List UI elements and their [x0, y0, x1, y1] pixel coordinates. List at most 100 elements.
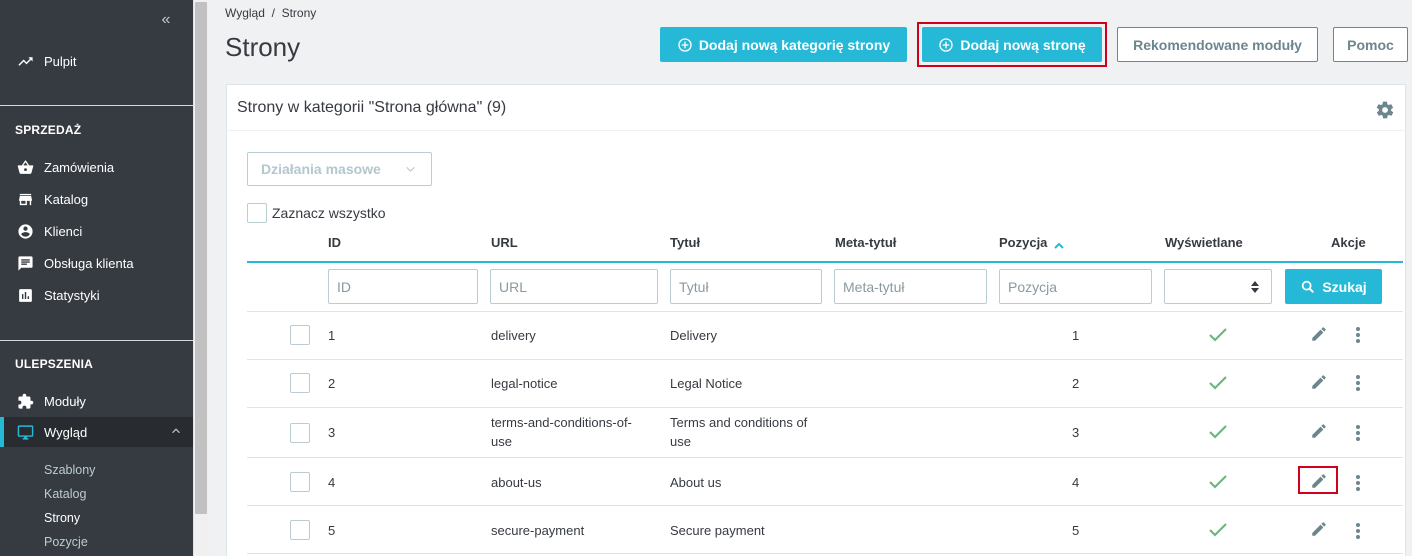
more-vertical-icon[interactable]: [1355, 326, 1361, 344]
more-vertical-icon[interactable]: [1355, 522, 1361, 540]
cell-id: 1: [328, 328, 336, 343]
add-page-category-label: Dodaj nową kategorię strony: [698, 36, 891, 53]
nav-customers-label: Klienci: [44, 223, 83, 239]
column-header-position[interactable]: Pozycja: [999, 235, 1065, 250]
nav-orders[interactable]: Zamówienia: [0, 152, 193, 182]
chevron-up-icon: [169, 424, 183, 438]
bulk-actions-dropdown[interactable]: Działania masowe: [247, 152, 432, 186]
nav-customer-service[interactable]: Obsługa klienta: [0, 248, 193, 278]
column-header-displayed[interactable]: Wyświetlane: [1165, 235, 1243, 250]
section-improve-title: ULEPSZENIA: [15, 357, 94, 371]
basket-icon: [16, 158, 34, 176]
more-vertical-icon[interactable]: [1355, 474, 1361, 492]
sub-nav-themes[interactable]: Szablony: [44, 463, 95, 477]
sidebar: « Pulpit SPRZEDAŻ Zamówienia Katalog Kli…: [0, 0, 193, 556]
row-checkbox[interactable]: [290, 325, 310, 345]
nav-design-label: Wygląd: [44, 424, 88, 440]
cell-id: 4: [328, 475, 336, 490]
row-divider: [247, 505, 1403, 506]
breadcrumb[interactable]: Wygląd / Strony: [225, 6, 316, 20]
nav-catalog-label: Katalog: [44, 191, 89, 207]
cell-position[interactable]: 1: [1072, 326, 1079, 345]
row-checkbox[interactable]: [290, 373, 310, 393]
column-header-position-label: Pozycja: [999, 235, 1048, 250]
header-divider: [247, 261, 1403, 263]
column-header-meta-title[interactable]: Meta-tytuł: [835, 235, 896, 250]
nav-catalog[interactable]: Katalog: [0, 184, 193, 214]
edit-pencil-icon[interactable]: [1310, 520, 1328, 538]
cell-url: about-us: [491, 475, 542, 490]
cell-url: terms-and-conditions-of-use: [491, 415, 632, 449]
sub-nav-positions[interactable]: Pozycje: [44, 535, 88, 549]
row-checkbox[interactable]: [290, 423, 310, 443]
trending-up-icon: [16, 52, 34, 70]
cell-title: Secure payment: [670, 523, 765, 538]
row-checkbox[interactable]: [290, 520, 310, 540]
check-icon[interactable]: [1208, 375, 1228, 391]
cell-title: Terms and conditions of use: [670, 415, 808, 449]
cell-position[interactable]: 5: [1072, 521, 1079, 540]
check-icon[interactable]: [1208, 424, 1228, 440]
panel-header: Strony w kategorii "Strona główna" (9): [227, 85, 1405, 131]
page-title: Strony: [225, 32, 301, 62]
sub-nav-pages[interactable]: Strony: [44, 511, 80, 525]
filter-displayed-select[interactable]: [1164, 269, 1272, 304]
nav-stats[interactable]: Statystyki: [0, 280, 193, 310]
column-header-url[interactable]: URL: [491, 235, 518, 250]
sub-nav-catalog[interactable]: Katalog: [44, 487, 86, 501]
gear-icon[interactable]: [1375, 100, 1395, 120]
search-button[interactable]: Szukaj: [1285, 269, 1382, 304]
row-checkbox[interactable]: [290, 472, 310, 492]
select-all-checkbox[interactable]: [247, 203, 267, 223]
cell-position[interactable]: 3: [1072, 423, 1079, 442]
pages-panel: Strony w kategorii "Strona główna" (9) D…: [226, 84, 1406, 556]
nav-customers[interactable]: Klienci: [0, 216, 193, 246]
divider: [0, 105, 193, 106]
column-header-title[interactable]: Tytuł: [670, 235, 700, 250]
edit-pencil-icon[interactable]: [1310, 422, 1328, 440]
search-label: Szukaj: [1322, 278, 1367, 295]
select-all-label: Zaznacz wszystko: [272, 205, 386, 221]
collapse-sidebar-icon[interactable]: «: [156, 10, 176, 30]
help-button[interactable]: Pomoc: [1333, 27, 1408, 62]
panel-title: Strony w kategorii "Strona główna" (9): [237, 99, 507, 116]
chat-icon: [16, 254, 34, 272]
add-page-category-button[interactable]: Dodaj nową kategorię strony: [660, 27, 907, 62]
filter-position-input[interactable]: [999, 269, 1152, 304]
puzzle-icon: [16, 392, 34, 410]
filter-url-input[interactable]: [490, 269, 658, 304]
more-vertical-icon[interactable]: [1355, 374, 1361, 392]
edit-pencil-icon[interactable]: [1310, 325, 1328, 343]
highlight-box: [917, 22, 1107, 67]
monitor-icon: [16, 423, 34, 441]
cell-position[interactable]: 4: [1072, 473, 1079, 492]
cell-title: About us: [670, 475, 722, 490]
nav-dashboard-label: Pulpit: [44, 53, 77, 69]
highlight-box: [1298, 466, 1338, 494]
bar-chart-icon: [16, 286, 34, 304]
store-icon: [16, 190, 34, 208]
filter-meta-title-input[interactable]: [834, 269, 987, 304]
cell-id: 2: [328, 376, 336, 391]
more-vertical-icon[interactable]: [1355, 424, 1361, 442]
nav-dashboard[interactable]: Pulpit: [0, 46, 193, 76]
row-divider: [247, 553, 1403, 554]
divider: [0, 340, 193, 341]
chevron-down-icon: [404, 163, 417, 176]
edit-pencil-icon[interactable]: [1310, 373, 1328, 391]
column-header-id[interactable]: ID: [328, 235, 341, 250]
cell-title: Legal Notice: [670, 376, 743, 391]
recommended-modules-button[interactable]: Rekomendowane moduły: [1117, 27, 1318, 62]
check-icon[interactable]: [1208, 474, 1228, 490]
filter-id-input[interactable]: [328, 269, 478, 304]
check-icon[interactable]: [1208, 522, 1228, 538]
cell-position[interactable]: 2: [1072, 374, 1079, 393]
cell-title: Delivery: [670, 328, 717, 343]
filter-title-input[interactable]: [670, 269, 822, 304]
check-icon[interactable]: [1208, 327, 1228, 343]
sort-ascending-icon[interactable]: [1053, 239, 1065, 249]
nav-design[interactable]: Wygląd: [0, 417, 193, 447]
scrollbar-thumb[interactable]: [195, 2, 207, 514]
nav-modules[interactable]: Moduły: [0, 386, 193, 416]
row-divider: [247, 407, 1403, 408]
